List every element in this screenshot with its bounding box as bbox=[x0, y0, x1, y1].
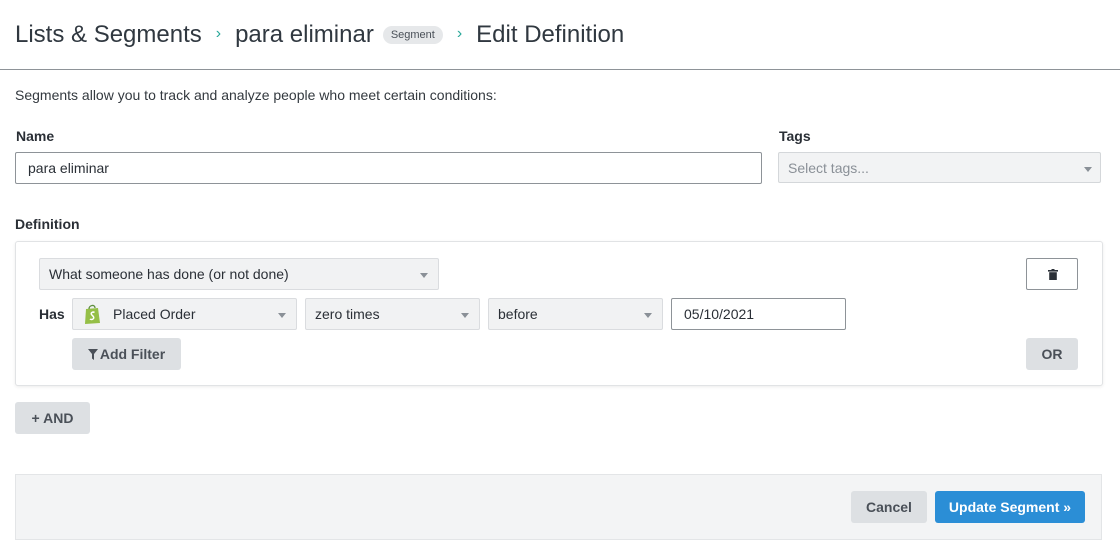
add-filter-button[interactable]: Add Filter bbox=[72, 338, 181, 370]
update-segment-button[interactable]: Update Segment » bbox=[935, 491, 1085, 523]
breadcrumb-segment-name[interactable]: para eliminar bbox=[235, 21, 374, 49]
tags-label: Tags bbox=[779, 128, 811, 144]
breadcrumb-separator-icon: › bbox=[456, 24, 463, 42]
breadcrumb-lists-segments[interactable]: Lists & Segments bbox=[15, 21, 202, 49]
event-value: Placed Order bbox=[113, 306, 196, 322]
date-field[interactable] bbox=[671, 298, 846, 330]
and-label: + AND bbox=[31, 410, 74, 426]
or-button[interactable]: OR bbox=[1026, 338, 1078, 370]
name-field[interactable] bbox=[15, 152, 762, 184]
page-title: Edit Definition bbox=[476, 20, 625, 48]
condition-type-select[interactable]: What someone has done (or not done) bbox=[39, 258, 439, 290]
chevron-down-icon bbox=[461, 313, 469, 318]
add-and-button[interactable]: + AND bbox=[15, 402, 90, 434]
delete-condition-button[interactable] bbox=[1026, 258, 1078, 290]
or-label: OR bbox=[1041, 346, 1063, 362]
chevron-down-icon bbox=[644, 313, 652, 318]
page: Lists & Segments › para eliminar Segment… bbox=[0, 0, 1120, 543]
shopify-icon bbox=[85, 304, 100, 324]
frequency-select[interactable]: zero times bbox=[305, 298, 480, 330]
cancel-label: Cancel bbox=[866, 499, 912, 515]
chevron-down-icon bbox=[1084, 167, 1092, 172]
time-operator-select[interactable]: before bbox=[488, 298, 663, 330]
condition-type-value: What someone has done (or not done) bbox=[49, 266, 289, 282]
breadcrumb: Lists & Segments › para eliminar Segment… bbox=[0, 0, 1120, 70]
definition-label: Definition bbox=[15, 216, 80, 232]
time-operator-value: before bbox=[498, 306, 538, 322]
trash-icon bbox=[1048, 269, 1058, 280]
frequency-value: zero times bbox=[315, 306, 380, 322]
intro-text: Segments allow you to track and analyze … bbox=[15, 87, 497, 103]
has-label: Has bbox=[39, 306, 65, 322]
filter-icon bbox=[87, 349, 98, 360]
chevron-down-icon bbox=[420, 273, 428, 278]
update-segment-label: Update Segment » bbox=[948, 499, 1072, 515]
cancel-button[interactable]: Cancel bbox=[851, 491, 927, 523]
breadcrumb-separator-icon: › bbox=[215, 24, 222, 42]
event-select[interactable]: Placed Order bbox=[72, 298, 297, 330]
name-label: Name bbox=[16, 128, 55, 144]
tags-select[interactable]: Select tags... bbox=[778, 152, 1101, 183]
chevron-down-icon bbox=[278, 313, 286, 318]
segment-badge: Segment bbox=[382, 25, 443, 44]
tags-placeholder: Select tags... bbox=[788, 160, 869, 176]
add-filter-label: Add Filter bbox=[99, 346, 166, 362]
